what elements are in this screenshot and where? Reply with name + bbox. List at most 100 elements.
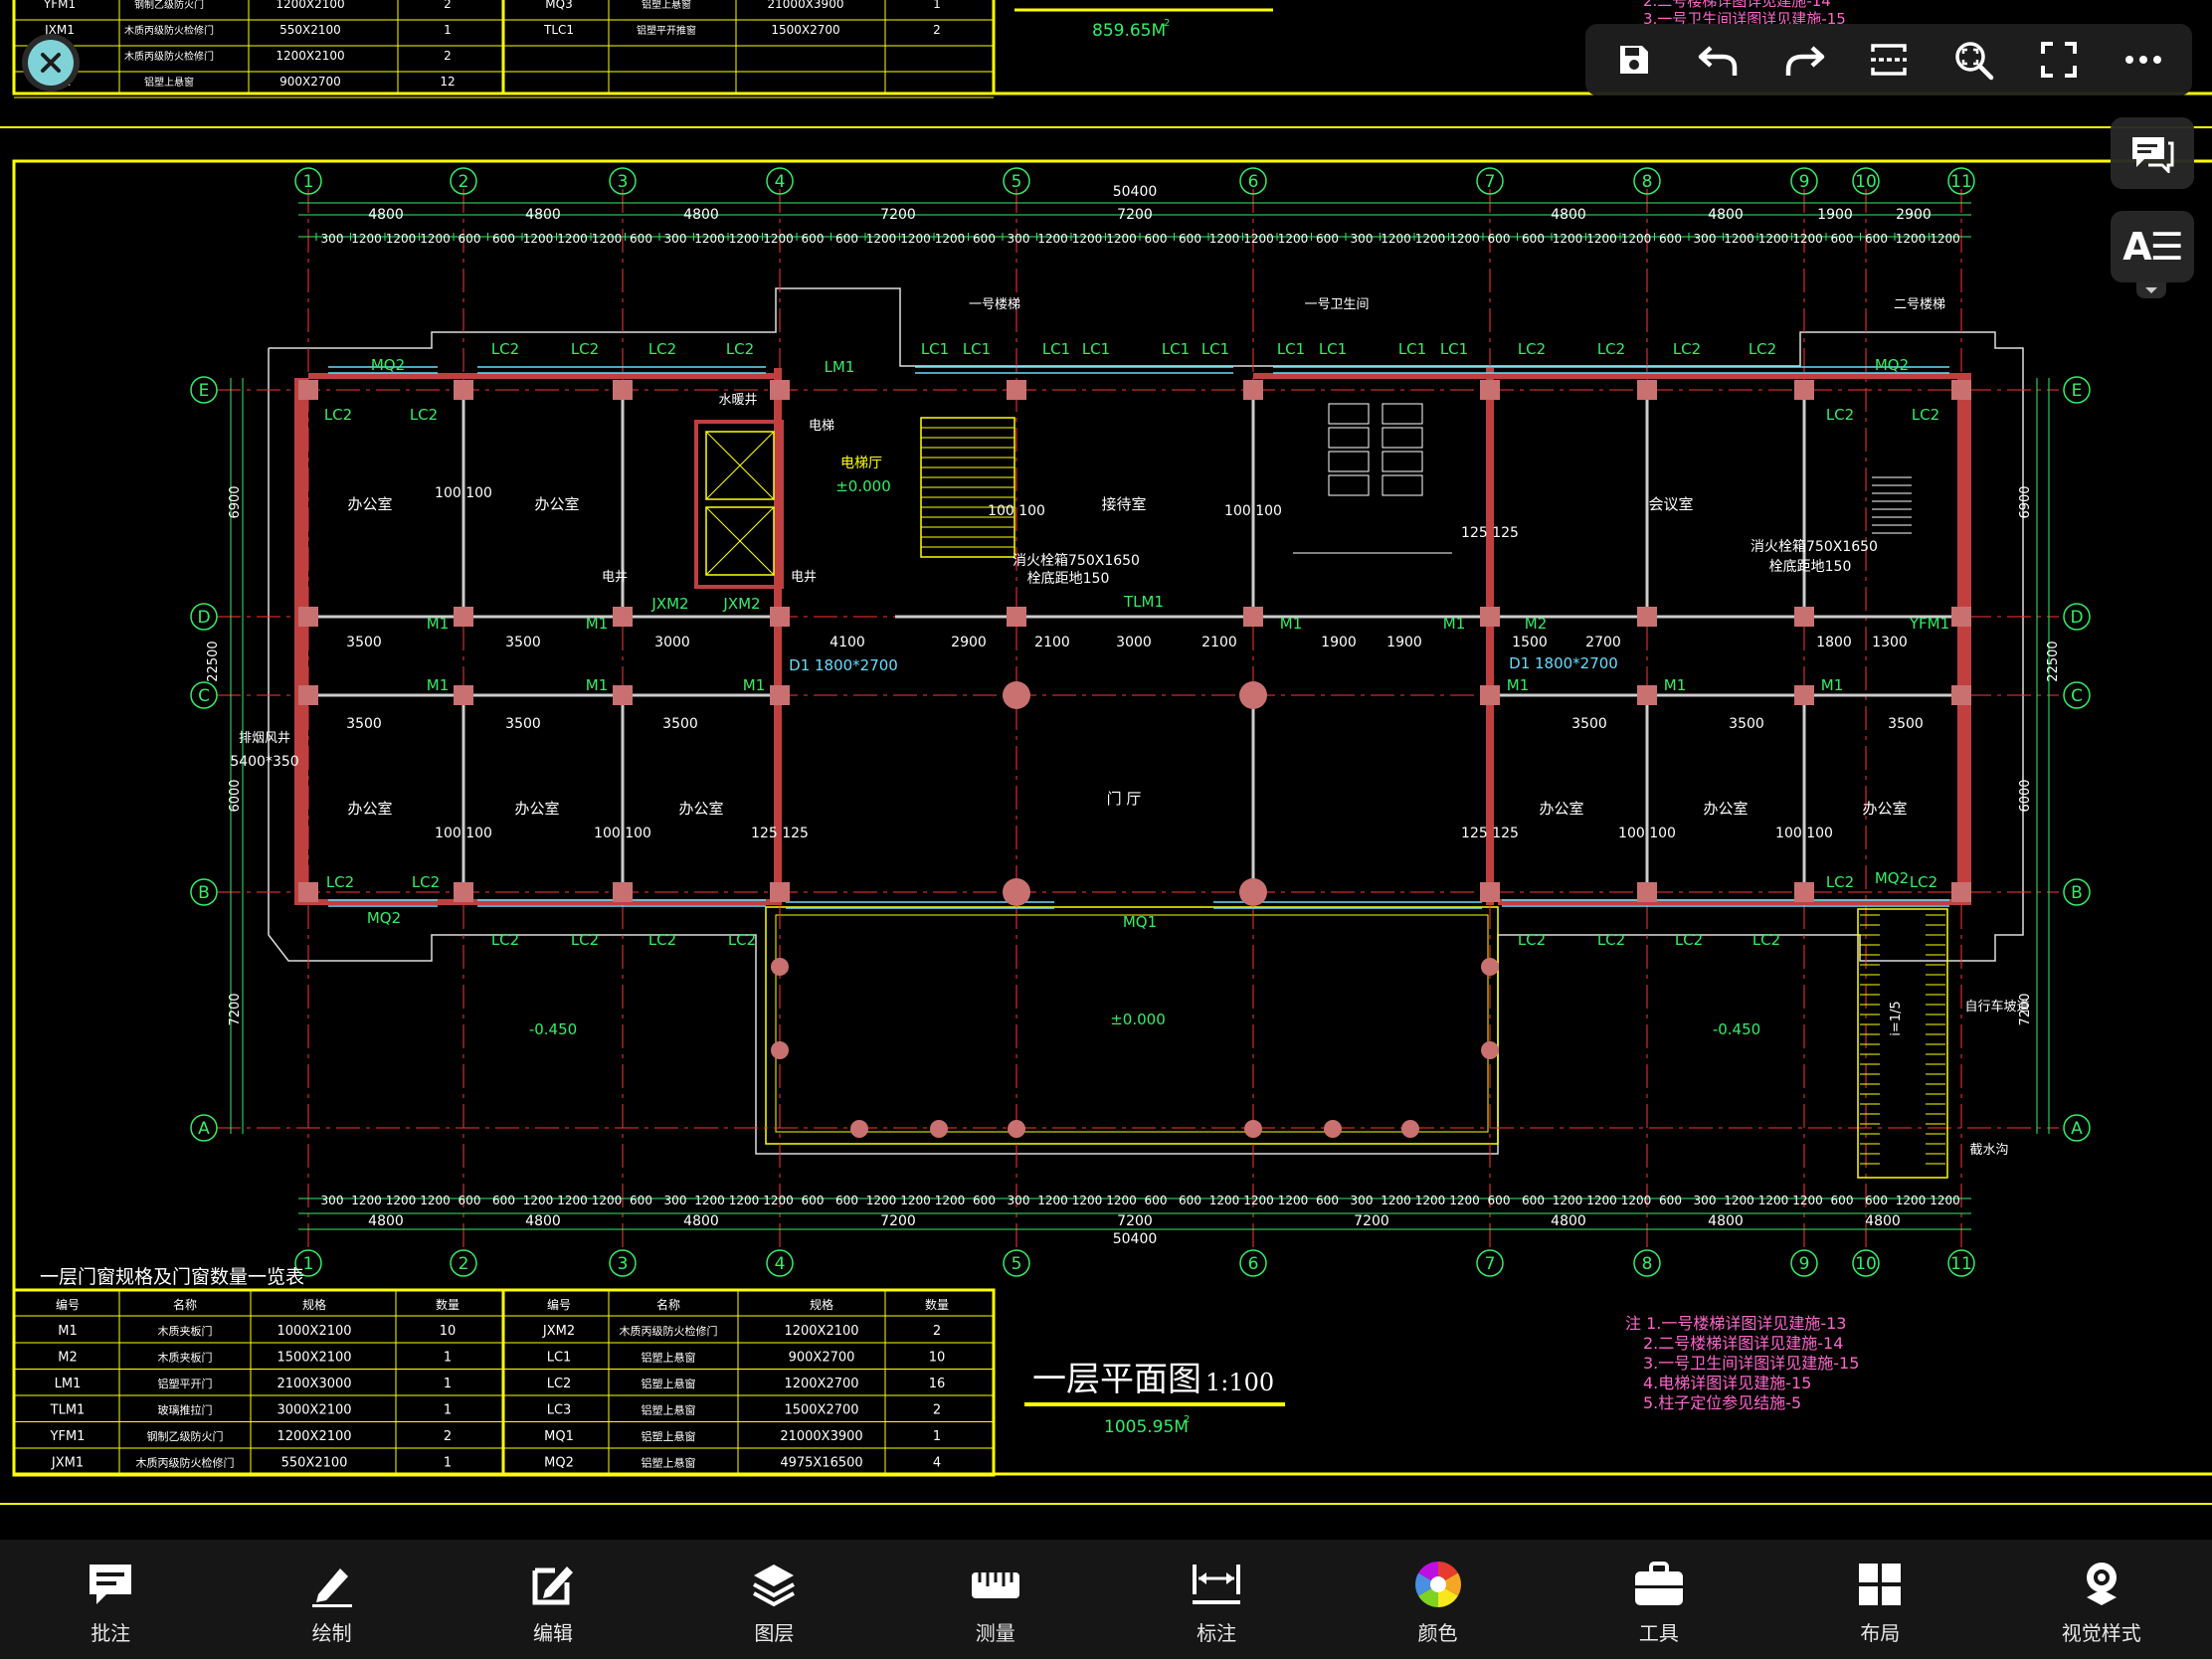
table-cell: 1 [444,1456,452,1471]
door-window-tag: LC2 [326,873,354,891]
round-column [1239,681,1267,709]
door-window-tag: LC2 [1752,931,1780,949]
tab-layout[interactable]: 布局 [1805,1558,1954,1646]
column [613,380,633,400]
door-window-tag: LC2 [1912,406,1939,424]
tab-visual-style[interactable]: 视觉样式 [2027,1558,2176,1646]
dimension-inner: 3500 [505,716,541,732]
wall [1253,373,1971,379]
cad-drawing-canvas[interactable]: YFM1 钢制乙级防火门 1200X2100 2 MQ3 铝塑上悬窗 21000X3900 1… [0,0,2212,1540]
tab-tools[interactable]: 工具 [1584,1558,1734,1646]
door-window-tag: LC2 [648,340,676,358]
fullscreen-button[interactable] [2028,29,2090,91]
close-icon [28,40,74,86]
axis-number: 3 [618,172,629,192]
dimension-small: 1200 [557,1194,588,1207]
ruler-icon [971,1572,1019,1598]
column [1243,380,1263,400]
round-column [1324,1120,1342,1138]
zoom-window-button[interactable] [1942,29,2004,91]
label: 电梯 [809,419,834,434]
column [1794,380,1814,400]
undo-button[interactable] [1688,29,1750,91]
dimension-small: 600 [492,1194,515,1207]
dimension-small: 600 [1179,1194,1201,1207]
level-mark: ±0.000 [835,477,891,495]
collapse-handle[interactable] [2136,282,2166,298]
svg-text:2: 2 [1164,18,1170,29]
column [1637,607,1657,627]
label: 5400*350 [230,754,298,770]
dimension-small: 1200 [694,232,725,246]
close-button[interactable] [22,34,80,92]
axis-number: 10 [1855,1254,1877,1274]
room-label: 办公室 [514,800,559,818]
tab-edit[interactable]: 编辑 [478,1558,628,1646]
dimension-small: 1200 [386,1194,417,1207]
round-column [771,958,789,976]
dimension-inner: 100 100 [1224,503,1282,519]
dimension-span: 4800 [368,1213,404,1229]
door-window-tag: LC2 [1826,873,1854,891]
redo-button[interactable] [1773,29,1835,91]
door-window-tag: LC2 [491,931,519,949]
axis-number: 9 [1799,1254,1810,1274]
axis-letter: D [197,608,210,628]
fit-width-button[interactable] [1858,29,1920,91]
save-button[interactable] [1603,29,1665,91]
table-cell: JXM2 [542,1324,575,1339]
dimension-small: 1200 [1106,1194,1137,1207]
column [613,607,633,627]
comments-button[interactable] [2111,117,2194,189]
note-line: 2.二号楼梯详图详见建施-14 [1643,1334,1843,1353]
tab-layers[interactable]: 图层 [699,1558,848,1646]
dimension-small: 1200 [935,1194,966,1207]
tab-dimension[interactable]: 标注 [1142,1558,1291,1646]
column [1007,607,1026,627]
column [1794,685,1814,705]
column [454,685,473,705]
dimension-total: 22500 [206,641,221,681]
table-cell: 1200X2100 [276,1429,351,1444]
more-button[interactable] [2113,29,2174,91]
dimension-small: 300 [1351,1194,1374,1207]
dimension-small: 1200 [592,1194,623,1207]
dimension-small: 1200 [1381,232,1411,246]
door-window-tag: LC1 [1042,340,1070,358]
dimension-inner: 100 100 [435,485,492,501]
dimension-inner: 1800 [1816,635,1852,650]
round-column [1481,1041,1499,1059]
more-icon [2125,56,2162,64]
dimension-small: 1200 [866,232,897,246]
dimension-inner: 3500 [346,716,382,732]
top-table-cell: 1200X2100 [276,0,344,11]
table-header: 名称 [656,1297,680,1312]
tab-annotate[interactable]: 批注 [36,1558,185,1646]
tab-color[interactable]: 颜色 [1364,1558,1513,1646]
tab-measure[interactable]: 测量 [921,1558,1070,1646]
table-cell: JXM1 [51,1456,84,1471]
visual-style-icon [2086,1563,2117,1605]
tab-draw[interactable]: 绘制 [258,1558,407,1646]
dimension-inner: 100 100 [435,826,492,841]
door-window-tag: M1 [1280,615,1303,633]
label: 二号楼梯 [1894,297,1945,312]
dimension-span: 4800 [1865,1213,1901,1229]
dimension-span: 7200 [1354,1213,1389,1229]
top-table-cell: 1500X2700 [771,23,839,37]
dimension-inner: 3500 [346,635,382,650]
dimension-small: 1200 [1586,232,1617,246]
door-window-tag: LC2 [324,406,352,424]
dimension-inner: 2700 [1585,635,1621,650]
room-label: 门 厅 [1107,790,1142,808]
table-cell: 铝塑上悬窗 [642,1403,696,1417]
column [1480,882,1500,902]
axis-letter: A [198,1119,210,1139]
dimension-inner: 1300 [1872,635,1908,650]
label: 自行车坡道 [1964,999,2029,1014]
top-table-cell: 木质丙级防火检修门 [124,24,214,37]
label: 电井 [791,570,817,585]
text-style-button[interactable]: A☰ [2111,211,2194,282]
dimension-total: 22500 [2046,641,2061,681]
note-line: 4.电梯详图详见建施-15 [1643,1374,1811,1392]
